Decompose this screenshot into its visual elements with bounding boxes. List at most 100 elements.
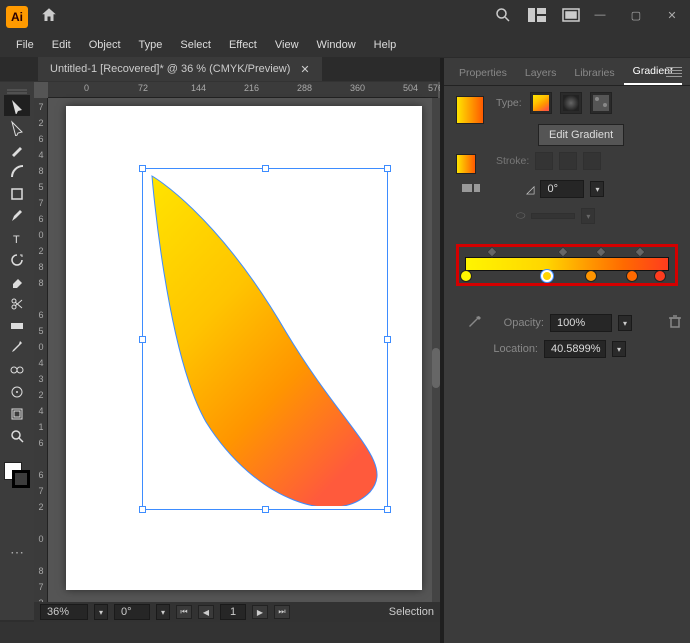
location-input[interactable]: 40.5899% (544, 340, 606, 358)
menu-edit[interactable]: Edit (44, 37, 79, 53)
menu-window[interactable]: Window (309, 37, 364, 53)
gradient-stroke-swatch[interactable] (456, 154, 476, 174)
stroke-within-icon[interactable] (535, 152, 553, 170)
maximize-button[interactable]: ▢ (618, 0, 654, 30)
tab-properties[interactable]: Properties (450, 61, 516, 85)
handle-sw[interactable] (139, 506, 146, 513)
gradient-midpoint[interactable] (596, 246, 607, 257)
arrange-icon[interactable] (528, 8, 546, 25)
gradient-panel: Type: Edit Gradient Stroke: ◿ 0° ▾ ⬭ ▾ (444, 86, 690, 368)
angle-input[interactable]: 0° (540, 180, 584, 198)
ruler-horizontal: 072144216288360504576 (48, 82, 438, 98)
color-mode[interactable] (4, 493, 30, 507)
stroke-along-icon[interactable] (559, 152, 577, 170)
search-icon[interactable] (494, 6, 512, 27)
radial-gradient-button[interactable] (560, 92, 582, 114)
linear-gradient-button[interactable] (530, 92, 552, 114)
angle-dropdown-icon[interactable]: ▾ (590, 181, 604, 197)
menu-object[interactable]: Object (81, 37, 129, 53)
workspace-icon[interactable] (562, 8, 580, 25)
gradient-stop[interactable] (626, 270, 638, 282)
artboard-num[interactable]: 1 (220, 604, 246, 620)
nav-last-icon[interactable]: ⏭ (274, 605, 290, 619)
handle-n[interactable] (262, 165, 269, 172)
rotate-tool[interactable] (4, 249, 30, 270)
nav-first-icon[interactable]: ⏮ (176, 605, 192, 619)
gradient-stop[interactable] (541, 270, 553, 282)
ruler-vertical: 7264857602886504324166720872 (34, 98, 48, 620)
handle-w[interactable] (139, 336, 146, 343)
handle-nw[interactable] (139, 165, 146, 172)
gradient-stop[interactable] (585, 270, 597, 282)
gradient-stop[interactable] (460, 270, 472, 282)
canvas-area[interactable]: 072144216288360504576 726485760288650432… (34, 82, 440, 620)
gradient-midpoint[interactable] (487, 246, 498, 257)
handle-se[interactable] (384, 506, 391, 513)
zoom-dropdown-icon[interactable]: ▾ (94, 604, 108, 620)
edit-gradient-button[interactable]: Edit Gradient (538, 124, 624, 146)
opacity-dropdown-icon[interactable]: ▾ (618, 315, 632, 331)
type-tool[interactable]: T (4, 227, 30, 248)
menu-file[interactable]: File (8, 37, 42, 53)
selection-bbox[interactable] (142, 168, 388, 510)
freeform-gradient-button[interactable] (590, 92, 612, 114)
blend-tool[interactable] (4, 359, 30, 380)
delete-stop-icon[interactable] (668, 314, 682, 331)
zoom-tool[interactable] (4, 425, 30, 446)
rectangle-tool[interactable] (4, 183, 30, 204)
gradient-stop[interactable] (654, 270, 666, 282)
menu-bar: FileEditObjectTypeSelectEffectViewWindow… (0, 33, 690, 57)
selection-tool[interactable] (4, 95, 30, 116)
opacity-input[interactable]: 100% (550, 314, 612, 332)
eraser-tool[interactable] (4, 271, 30, 292)
nav-next-icon[interactable]: ▶ (252, 605, 268, 619)
symbol-sprayer-tool[interactable] (4, 381, 30, 402)
menu-select[interactable]: Select (172, 37, 219, 53)
location-label: Location: (484, 343, 538, 355)
document-tab[interactable]: Untitled-1 [Recovered]* @ 36 % (CMYK/Pre… (38, 57, 322, 81)
artboard-tool[interactable] (4, 403, 30, 424)
rotate-dropdown-icon[interactable]: ▾ (156, 604, 170, 620)
pen-tool[interactable] (4, 139, 30, 160)
close-tab-icon[interactable]: ✕ (300, 63, 309, 76)
tab-libraries[interactable]: Libraries (565, 61, 623, 85)
close-button[interactable]: ✕ (654, 0, 690, 30)
tab-layers[interactable]: Layers (516, 61, 566, 85)
status-bar: 36% ▾ 0° ▾ ⏮ ◀ 1 ▶ ⏭ Selection (34, 602, 440, 622)
menu-type[interactable]: Type (131, 37, 171, 53)
nav-prev-icon[interactable]: ◀ (198, 605, 214, 619)
scrollbar-thumb[interactable] (432, 348, 440, 388)
fill-stroke-control[interactable] (4, 462, 30, 488)
none-mode[interactable] (4, 523, 30, 537)
artboard[interactable] (66, 106, 422, 590)
home-icon[interactable] (40, 6, 58, 27)
gradient-mode[interactable] (4, 508, 30, 522)
scissors-tool[interactable] (4, 293, 30, 314)
handle-e[interactable] (384, 336, 391, 343)
eyedropper-icon[interactable] (468, 315, 484, 332)
handle-ne[interactable] (384, 165, 391, 172)
gradient-slider[interactable] (465, 257, 669, 271)
handle-s[interactable] (262, 506, 269, 513)
rotate-select[interactable]: 0° (114, 604, 150, 620)
minimize-button[interactable]: — (582, 0, 618, 30)
direct-selection-tool[interactable] (4, 117, 30, 138)
paintbrush-tool[interactable] (4, 205, 30, 226)
gradient-midpoint[interactable] (557, 246, 568, 257)
panel-menu-icon[interactable] (666, 64, 682, 80)
edit-toolbar-icon[interactable]: ⋯ (10, 544, 24, 561)
curvature-tool[interactable] (4, 161, 30, 182)
eyedropper-tool[interactable] (4, 337, 30, 358)
zoom-select[interactable]: 36% (40, 604, 88, 620)
gradient-tool[interactable] (4, 315, 30, 336)
gradient-midpoint[interactable] (634, 246, 645, 257)
reverse-gradient-icon[interactable] (462, 182, 480, 197)
menu-effect[interactable]: Effect (221, 37, 265, 53)
location-dropdown-icon[interactable]: ▾ (612, 341, 626, 357)
toolbox: T⋯ (0, 82, 34, 620)
menu-view[interactable]: View (267, 37, 307, 53)
stroke-across-icon[interactable] (583, 152, 601, 170)
menu-help[interactable]: Help (366, 37, 405, 53)
gradient-fill-swatch[interactable] (456, 96, 484, 124)
scrollbar-vertical[interactable] (432, 98, 440, 608)
